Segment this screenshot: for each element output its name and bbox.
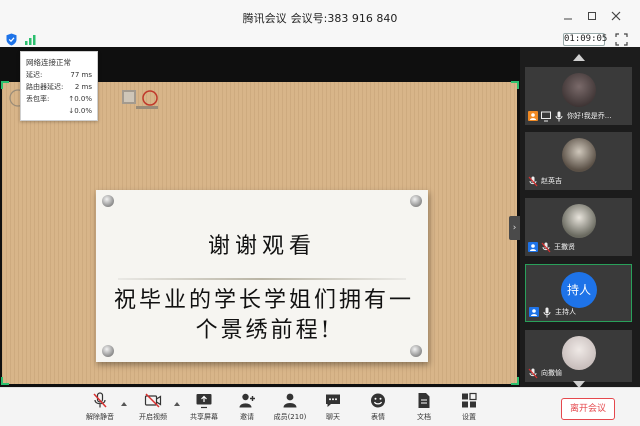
participant-tile[interactable]: 向撒愉 [525,330,632,382]
mic-icon [543,307,551,317]
participant-nameplate: 你好!我是乔... [528,110,611,122]
focus-corner [511,81,519,89]
documents-label: 文档 [417,413,431,421]
slide-line: 祝毕业的学长学姐们拥有一 [114,288,415,313]
participant-nameplate: 王撒贤 [528,241,575,253]
avatar [562,336,596,370]
divider [118,278,406,280]
host-avatar: 持人 [561,272,597,308]
document-icon [418,393,430,408]
share-screen-icon [196,394,212,409]
participant-nameplate: 主持人 [529,306,576,318]
pin-icon [410,345,422,357]
mic-off-icon [528,368,538,378]
invite-button[interactable]: 邀请 [227,392,267,424]
start-video-label: 开启视频 [139,413,167,421]
latency-row: 延迟: 77 ms [26,71,92,79]
network-status-title: 网络连接正常 [26,58,71,67]
start-video-button[interactable]: 开启视频 [133,392,173,424]
window-title: 腾讯会议 会议号:383 916 840 [0,10,640,26]
focus-corner [1,377,9,385]
video-off-icon [144,393,162,408]
slide-area: · · · · · · · · 谢谢观看 祝毕业的学长学姐们拥有一 个景绣前程! [2,82,517,384]
user-icon [528,111,538,121]
title-bar: 腾讯会议 会议号:383 916 840 [0,0,640,34]
unmute-label: 解除静音 [86,413,114,421]
emoji-icon [371,393,385,408]
share-screen-label: 共享屏幕 [190,413,218,421]
add-user-icon [239,393,255,408]
participant-tile[interactable]: 王撒贤 [525,198,632,256]
avatar [562,204,596,238]
participant-tile[interactable]: 赵英吉 [525,132,632,190]
bottom-toolbar: 解除静音 开启视频 共享屏幕 邀请 成员(210) 聊天 表情 文档 设置 [0,387,640,426]
leave-meeting-button[interactable]: 离开会议 [561,398,615,420]
meeting-id-label: 会议号: [290,12,328,25]
slide-card: 谢谢观看 祝毕业的学长学姐们拥有一 个景绣前程! [96,190,428,362]
participant-name: 赵英吉 [541,177,562,185]
scroll-up-icon[interactable] [573,54,585,61]
packet-loss-down-row: ↓0.0% [68,107,92,115]
slide-title: 谢谢观看 [207,234,316,259]
unmute-button[interactable]: 解除静音 [80,392,120,424]
meeting-timer: 01:09:05 [563,33,608,46]
signal-icon[interactable] [25,35,37,45]
focus-corner [511,377,519,385]
documents-button[interactable]: 文档 [404,392,444,424]
app-name: 腾讯会议 [242,12,287,25]
mic-off-icon [93,392,107,408]
participant-tile[interactable]: 你好!我是乔... [525,67,632,125]
settings-label: 设置 [462,413,476,421]
collapse-panel-button[interactable]: › [509,216,520,240]
reaction-label: 表情 [371,413,385,421]
pin-icon [102,195,114,207]
settings-grid-icon [462,392,477,408]
focus-corner [1,81,9,89]
avatar [562,73,596,107]
participant-name: 你好!我是乔... [567,112,612,120]
participant-name: 向撒愉 [541,369,562,377]
chat-label: 聊天 [326,413,340,421]
members-icon [283,393,297,408]
participant-tile-host[interactable]: 持人 主持人 [525,264,632,322]
close-icon[interactable] [608,8,624,24]
minimize-icon[interactable] [560,8,576,24]
router-latency-row: 路由器延迟: 2 ms [26,83,92,91]
mic-off-icon [541,242,551,252]
settings-button[interactable]: 设置 [449,392,489,424]
invite-label: 邀请 [240,413,254,421]
share-screen-button[interactable]: 共享屏幕 [184,392,224,424]
fullscreen-icon[interactable] [615,33,628,46]
participant-nameplate: 赵英吉 [528,175,562,187]
video-options-icon[interactable] [174,402,180,406]
packet-loss-row: 丢包率: ↑0.0% [26,95,92,103]
network-status-popup: 网络连接正常 延迟: 77 ms 路由器延迟: 2 ms 丢包率: ↑0.0% … [20,51,98,121]
reaction-button[interactable]: 表情 [358,392,398,424]
avatar [562,138,596,172]
participant-nameplate: 向撒愉 [528,367,562,379]
chat-icon [326,394,340,407]
slide-line: 个景绣前程! [195,318,333,343]
members-button[interactable]: 成员(210) [270,392,310,424]
mic-off-icon [528,176,538,186]
members-label: 成员(210) [273,413,307,421]
audio-options-icon[interactable] [121,402,127,406]
mic-icon [555,111,563,121]
maximize-icon[interactable] [584,8,600,24]
status-strip: 01:09:05 [0,32,640,47]
slide-body: 祝毕业的学长学姐们拥有一 个景绣前程! [114,286,414,346]
user-icon [528,242,538,252]
shield-icon[interactable] [6,33,17,46]
pin-icon [410,195,422,207]
meeting-id: 383 916 840 [327,12,398,25]
participant-name: 王撒贤 [554,243,575,251]
participant-name: 主持人 [555,308,576,316]
user-icon [529,307,539,317]
pin-icon [102,345,114,357]
screen-share-icon [541,111,551,121]
chat-button[interactable]: 聊天 [313,392,353,424]
